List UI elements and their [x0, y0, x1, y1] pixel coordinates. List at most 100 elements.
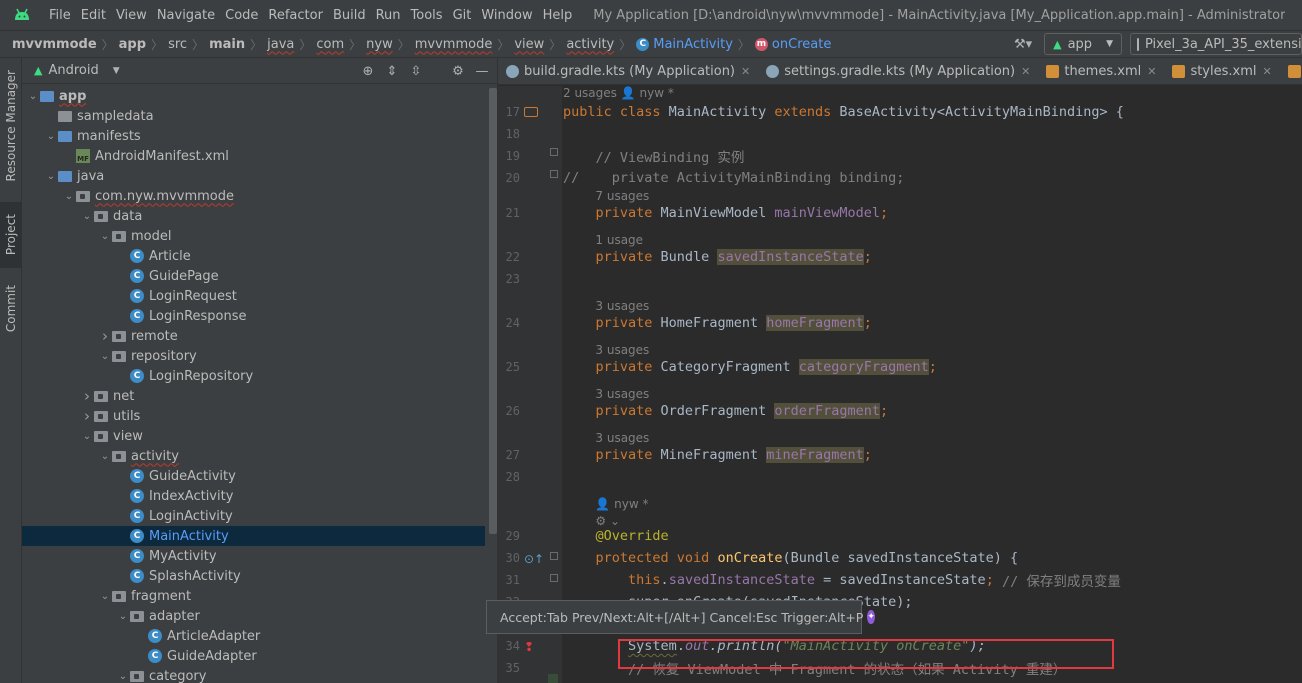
chevron-down-icon[interactable]: ▼ [113, 66, 120, 76]
tree-item-guidepage[interactable]: C GuidePage [22, 266, 485, 286]
tree-item-indexactivity[interactable]: C IndexActivity [22, 486, 485, 506]
inlay-hint[interactable]: 3 usages [595, 343, 649, 357]
menu-edit[interactable]: Edit [76, 8, 111, 23]
tree-item-view[interactable]: ⌄ view [22, 426, 485, 446]
code-line[interactable]: private MineFragment mineFragment; [563, 444, 872, 466]
breadcrumb-item[interactable]: mvvmmode [12, 37, 97, 52]
code-line[interactable]: private Bundle savedInstanceState; [563, 246, 872, 268]
tree-item-sampledata[interactable]: sampledata [22, 106, 485, 126]
close-icon[interactable]: ✕ [1263, 65, 1272, 78]
gear-icon[interactable]: ⚙ [451, 64, 465, 79]
fold-icon[interactable] [550, 552, 558, 560]
tab-resource-manager[interactable]: Resource Manager [0, 66, 22, 186]
chevron-right-icon[interactable]: › [80, 407, 94, 425]
tree-item-utils[interactable]: › utils [22, 406, 485, 426]
tab-project[interactable]: Project [0, 202, 22, 268]
ai-assistant-icon[interactable]: ✦ [867, 610, 875, 624]
locate-icon[interactable]: ⊕ [361, 64, 375, 79]
chevron-down-icon[interactable]: ⌄ [44, 131, 58, 142]
tree-item-app[interactable]: ⌄ app [22, 86, 485, 106]
breadcrumb-item[interactable]: java [267, 37, 294, 52]
code-line[interactable]: private MainViewModel mainViewModel; [563, 202, 889, 224]
chevron-down-icon[interactable]: ⌄ [98, 231, 112, 242]
chevron-right-icon[interactable]: › [80, 387, 94, 405]
chevron-right-icon[interactable]: › [98, 327, 112, 345]
code-area[interactable]: 2 usages 👤 nyw * public class MainActivit… [563, 86, 1302, 683]
tree-item-java[interactable]: ⌄ java [22, 166, 485, 186]
code-line[interactable]: private CategoryFragment categoryFragmen… [563, 356, 937, 378]
code-line[interactable]: // private ActivityMainBinding binding; [563, 167, 904, 189]
chevron-down-icon[interactable]: ⌄ [98, 591, 112, 602]
menu-view[interactable]: View [111, 8, 152, 23]
tree-item-category[interactable]: ⌄ category [22, 666, 485, 683]
tab-commit[interactable]: Commit [0, 276, 22, 342]
chevron-down-icon[interactable]: ⌄ [98, 451, 112, 462]
tree-item-article[interactable]: C Article [22, 246, 485, 266]
menu-build[interactable]: Build [328, 8, 371, 23]
tab-androidmanifest-xml[interactable]: AndroidManifest.xml [1280, 58, 1302, 84]
device-selector[interactable]: Pixel_3a_API_35_extension_level [1130, 33, 1302, 55]
run-config-selector[interactable]: ▲ app ▼ [1044, 33, 1122, 55]
tree-item-loginrepository[interactable]: C LoginRepository [22, 366, 485, 386]
chevron-down-icon[interactable]: ⌄ [80, 431, 94, 442]
override-marker-icon[interactable]: ⊙↑ [524, 552, 544, 567]
code-line[interactable]: public class MainActivity extends BaseAc… [563, 101, 1124, 123]
tree-item-splashactivity[interactable]: C SplashActivity [22, 566, 485, 586]
chevron-down-icon[interactable]: ⌄ [116, 611, 130, 622]
menu-help[interactable]: Help [538, 8, 578, 23]
tree-item-guideactivity[interactable]: C GuideActivity [22, 466, 485, 486]
menu-refactor[interactable]: Refactor [263, 8, 328, 23]
menu-code[interactable]: Code [220, 8, 263, 23]
tree-item-net[interactable]: › net [22, 386, 485, 406]
menu-git[interactable]: Git [448, 8, 477, 23]
inlay-hint[interactable]: 7 usages [595, 189, 649, 203]
breadcrumb-item[interactable]: nyw [366, 37, 393, 52]
project-tree-scrollbar[interactable] [489, 88, 497, 534]
breadcrumb-item[interactable]: main [209, 37, 245, 52]
tab-settings-gradle-kts-my-application-[interactable]: settings.gradle.kts (My Application) ✕ [758, 58, 1038, 84]
inlay-hint[interactable]: 3 usages [595, 387, 649, 401]
inlay-hint[interactable]: 3 usages [595, 299, 649, 313]
menu-window[interactable]: Window [476, 8, 537, 23]
breadcrumb-item[interactable]: view [514, 37, 544, 52]
inlay-hint[interactable]: 1 usage [595, 233, 643, 247]
breadcrumb-item[interactable]: mvvmmode [415, 37, 493, 52]
hammer-icon[interactable]: ⚒▾ [1010, 37, 1036, 52]
chevron-down-icon[interactable]: ⌄ [116, 671, 130, 682]
fold-icon[interactable] [550, 148, 558, 156]
breadcrumb-item[interactable]: m onCreate [754, 37, 831, 52]
tree-item-remote[interactable]: › remote [22, 326, 485, 346]
chevron-down-icon[interactable]: ⌄ [80, 211, 94, 222]
breadcrumb-item[interactable]: src [168, 37, 187, 52]
menu-tools[interactable]: Tools [406, 8, 448, 23]
tree-item-data[interactable]: ⌄ data [22, 206, 485, 226]
tree-item-mainactivity[interactable]: C MainActivity [22, 526, 485, 546]
tab-build-gradle-kts-my-application-[interactable]: build.gradle.kts (My Application) ✕ [498, 58, 758, 84]
implements-marker-icon[interactable] [524, 106, 538, 121]
tree-item-myactivity[interactable]: C MyActivity [22, 546, 485, 566]
tree-item-guideadapter[interactable]: C GuideAdapter [22, 646, 485, 666]
breadcrumb-item[interactable]: app [119, 37, 146, 52]
chevron-down-icon[interactable]: ⌄ [62, 191, 76, 202]
close-icon[interactable]: ✕ [1147, 65, 1156, 78]
tree-item-loginresponse[interactable]: C LoginResponse [22, 306, 485, 326]
chevron-down-icon[interactable]: ⌄ [26, 91, 40, 102]
breadcrumb-item[interactable]: C MainActivity [636, 37, 733, 52]
close-icon[interactable]: ✕ [1021, 65, 1030, 78]
close-icon[interactable]: ✕ [741, 65, 750, 78]
code-line[interactable]: private HomeFragment homeFragment; [563, 312, 872, 334]
tree-item-articleadapter[interactable]: C ArticleAdapter [22, 626, 485, 646]
code-line[interactable]: this. savedInstanceState = savedInstanceS… [563, 569, 1121, 591]
inlay-hint[interactable]: 2 usages 👤 nyw * [563, 86, 674, 100]
code-line[interactable]: private OrderFragment orderFragment; [563, 400, 888, 422]
tab-themes-xml[interactable]: themes.xml ✕ [1038, 58, 1164, 84]
tree-item-com-nyw-mvvmmode[interactable]: ⌄ com.nyw.mvvmmode [22, 186, 485, 206]
tree-item-repository[interactable]: ⌄ repository [22, 346, 485, 366]
error-bulb-icon[interactable]: ❢ [524, 640, 534, 655]
menu-file[interactable]: File [44, 8, 76, 23]
tab-styles-xml[interactable]: styles.xml ✕ [1164, 58, 1279, 84]
tree-item-loginactivity[interactable]: C LoginActivity [22, 506, 485, 526]
inlay-hint[interactable]: 👤 nyw * [595, 497, 648, 511]
breadcrumb-item[interactable]: com [316, 37, 344, 52]
tree-item-activity[interactable]: ⌄ activity [22, 446, 485, 466]
